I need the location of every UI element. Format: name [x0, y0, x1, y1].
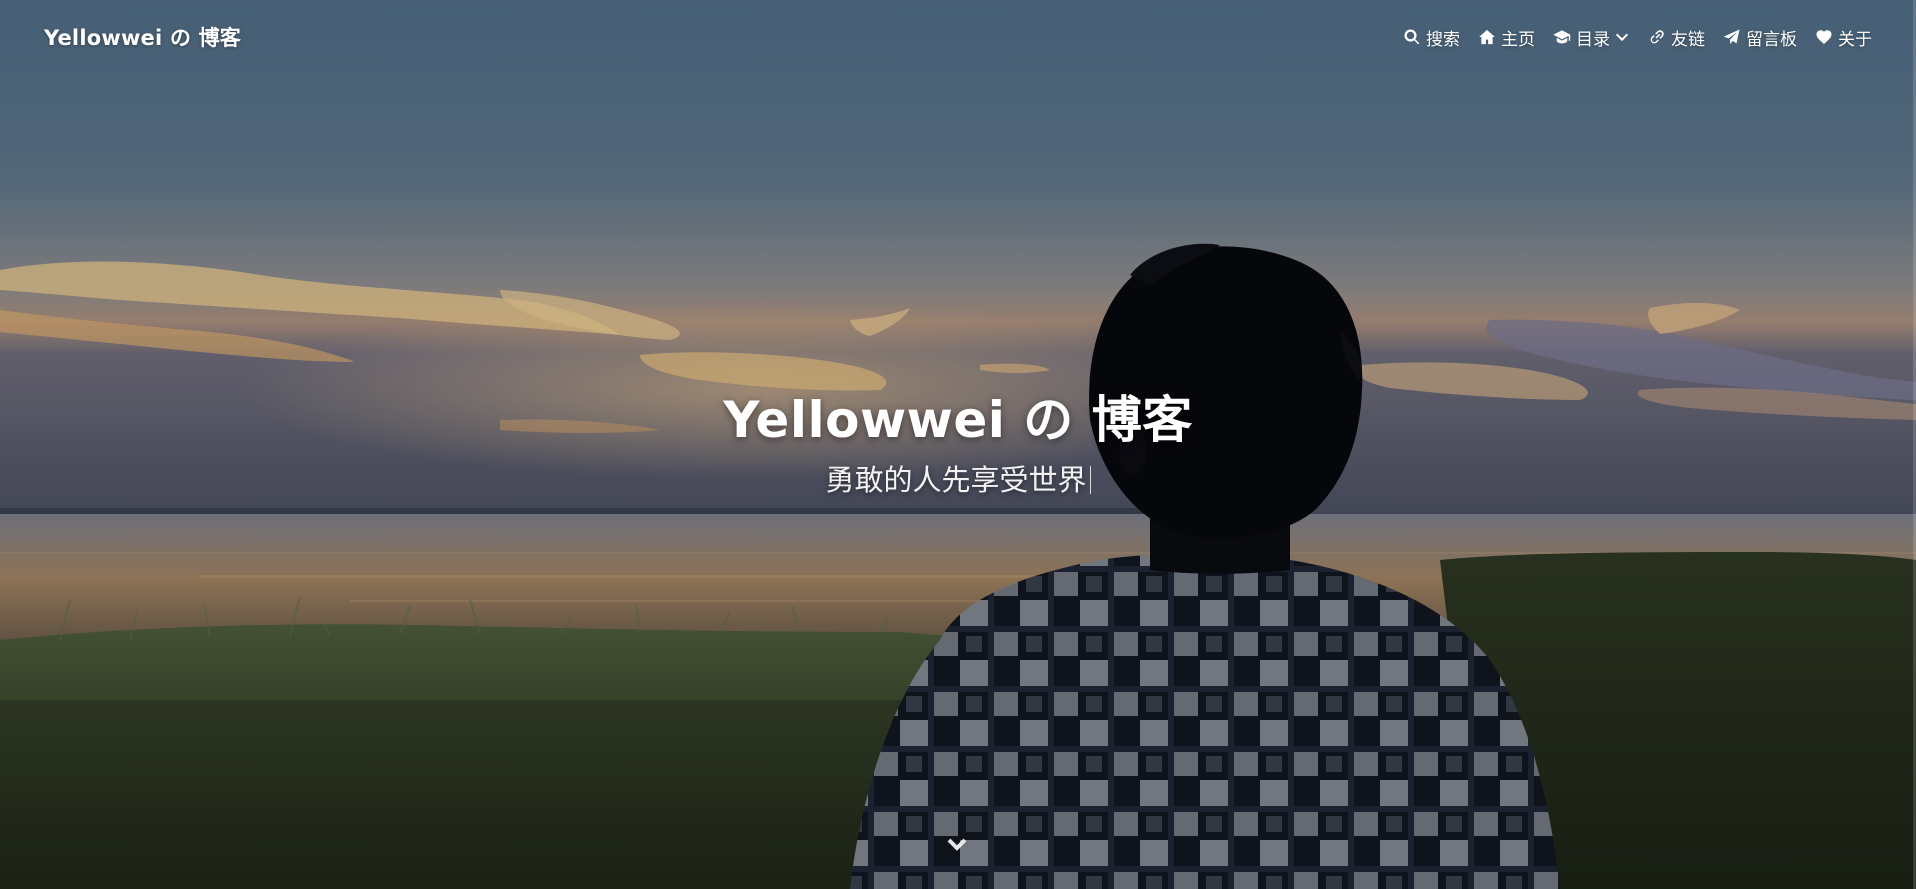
chevron-down-icon: [947, 838, 967, 851]
nav-menu: 搜索 主页 目录 友链 留言板 关于: [1385, 25, 1872, 50]
nav-item-label: 友链: [1671, 29, 1705, 50]
nav-item-label: 目录: [1576, 29, 1610, 50]
chevron-down-icon: [1615, 33, 1629, 42]
nav-item-label: 主页: [1501, 29, 1535, 50]
nav-item-catalog[interactable]: 目录: [1553, 25, 1630, 50]
nav-item-label: 关于: [1838, 29, 1872, 50]
hero-text: Yellowwei の 博客 勇敢的人先享受世界: [0, 386, 1916, 500]
nav-item-label: 留言板: [1746, 29, 1797, 50]
hero-title: Yellowwei の 博客: [723, 391, 1193, 449]
graduation-cap-icon: [1553, 30, 1571, 44]
paper-plane-icon: [1723, 29, 1740, 45]
typing-cursor: [1089, 466, 1091, 494]
nav-item-about[interactable]: 关于: [1815, 25, 1872, 50]
hero-subtitle: 勇敢的人先享受世界: [825, 460, 1091, 500]
hero-subtitle-text: 勇敢的人先享受世界: [825, 463, 1087, 497]
navbar: Yellowwei の 博客 搜索 主页 目录 友链 留言板 关于: [0, 0, 1916, 74]
nav-item-search[interactable]: 搜索: [1403, 25, 1460, 50]
brand-logo-link[interactable]: Yellowwei の 博客: [44, 22, 241, 52]
link-icon: [1650, 30, 1664, 44]
scroll-down-button[interactable]: [945, 832, 969, 856]
nav-item-home[interactable]: 主页: [1478, 25, 1535, 50]
heart-icon: [1816, 30, 1832, 44]
nav-item-label: 搜索: [1426, 29, 1460, 50]
nav-item-friends[interactable]: 友链: [1648, 25, 1705, 50]
search-icon: [1404, 29, 1420, 45]
home-icon: [1479, 29, 1495, 45]
nav-item-guestbook[interactable]: 留言板: [1723, 25, 1797, 50]
hero-section: Yellowwei の 博客 搜索 主页 目录 友链 留言板 关于 Yellow…: [0, 0, 1916, 889]
